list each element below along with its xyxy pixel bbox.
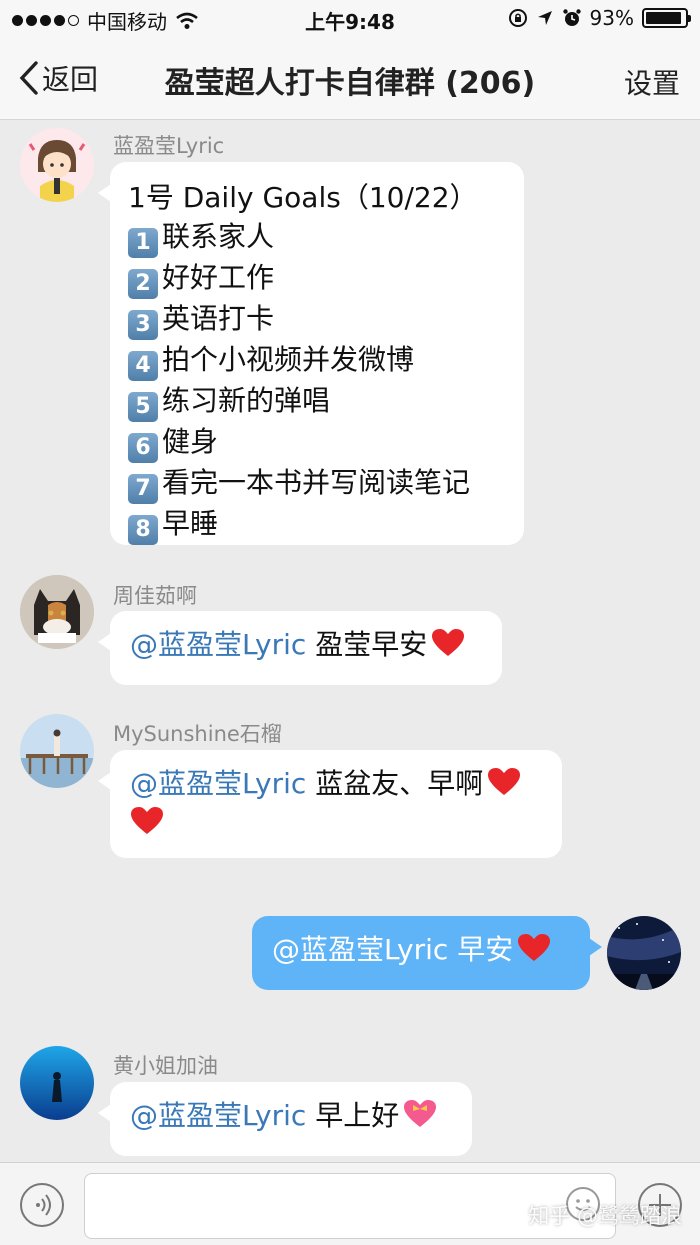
outgoing-message-bubble[interactable]: @蓝盈莹Lyric 早安: [252, 916, 602, 990]
mention-link[interactable]: @蓝盈莹Lyric: [130, 628, 306, 661]
red-heart-icon: [488, 768, 521, 795]
watermark: 知乎 @鹭鸶踏浪: [528, 1204, 682, 1228]
goal-item: 2 好好工作: [128, 258, 506, 299]
avatar[interactable]: [20, 575, 94, 649]
message-bubble[interactable]: @蓝盈莹Lyric 蓝盆友、早啊: [98, 750, 562, 858]
avatar[interactable]: [20, 1046, 94, 1120]
goals-title: 1号 Daily Goals（10/22）: [128, 181, 478, 214]
keycap-8-icon: 8: [128, 515, 158, 545]
settings-button[interactable]: 设置: [624, 62, 680, 102]
goal-item: 6 健身: [128, 422, 506, 463]
rotation-lock-icon: [508, 9, 527, 27]
avatar[interactable]: [20, 128, 94, 202]
message-bubble[interactable]: @蓝盈莹Lyric 盈莹早安: [98, 611, 502, 685]
status-right: 93%: [508, 6, 691, 30]
red-heart-icon: [131, 807, 163, 834]
mention-link[interactable]: @蓝盈莹Lyric: [130, 767, 306, 800]
battery-icon: [642, 8, 691, 28]
sender-name: 黄小姐加油: [113, 1054, 218, 1078]
goal-item: 8 早睡: [128, 504, 506, 545]
nav-bar: 返回 盈莹超人打卡自律群 (206) 设置: [0, 38, 700, 120]
goal-item: 7 看完一本书并写阅读笔记: [128, 463, 506, 504]
alarm-icon: [562, 9, 581, 26]
sender-name: 蓝盈莹Lyric: [113, 134, 225, 158]
mention-link[interactable]: @蓝盈莹Lyric: [272, 933, 448, 966]
message-text: 早上好: [306, 1099, 400, 1132]
message-text: 蓝盆友、早啊: [306, 767, 484, 800]
avatar[interactable]: [20, 714, 94, 788]
goal-item: 3 英语打卡: [128, 299, 506, 340]
sender-name: 周佳茹啊: [113, 584, 197, 608]
keycap-7-icon: 7: [128, 474, 158, 504]
goal-item: 1 联系家人: [128, 217, 506, 258]
battery-percent: 93%: [589, 6, 634, 30]
message-text: 盈莹早安: [306, 628, 428, 661]
keycap-6-icon: 6: [128, 433, 158, 463]
voice-icon: [36, 1194, 51, 1216]
location-arrow-icon: [537, 11, 552, 25]
avatar-cartoon-girl: [20, 128, 94, 202]
avatar-ocean-photo: [20, 1046, 94, 1120]
voice-input-button[interactable]: [20, 1183, 64, 1227]
my-avatar[interactable]: [607, 916, 681, 990]
message-bubble[interactable]: @蓝盈莹Lyric 早上好: [98, 1082, 472, 1156]
red-heart-icon: [432, 629, 465, 656]
keycap-1-icon: 1: [128, 228, 158, 258]
message-bubble[interactable]: 1号 Daily Goals（10/22） 1 联系家人 2 好好工作 3 英语打卡 …: [98, 162, 524, 545]
sender-name: MySunshine石榴: [113, 722, 282, 746]
page-title: 盈莹超人打卡自律群 (206): [164, 66, 536, 101]
avatar-landscape-photo: [20, 714, 94, 788]
goal-item: 5 练习新的弹唱: [128, 381, 506, 422]
goal-item: 4 拍个小视频并发微博: [128, 340, 506, 381]
avatar-night-sky-photo: [607, 916, 681, 990]
battery-fill: [646, 12, 682, 24]
keycap-2-icon: 2: [128, 269, 158, 299]
avatar-cat-photo: [20, 575, 94, 649]
status-bar: 中国移动 上午9:48 93%: [0, 0, 700, 38]
heart-with-ribbon-icon: [404, 1100, 437, 1127]
keycap-4-icon: 4: [128, 351, 158, 381]
mention-link[interactable]: @蓝盈莹Lyric: [130, 1099, 306, 1132]
keycap-3-icon: 3: [128, 310, 158, 340]
message-text: 早安: [448, 933, 514, 966]
chat-area[interactable]: 蓝盈莹Lyric 1号 Daily Goals（10/22） 1 联系家人 2 好好…: [0, 120, 700, 1162]
keycap-5-icon: 5: [128, 392, 158, 422]
red-heart-icon: [518, 934, 551, 961]
